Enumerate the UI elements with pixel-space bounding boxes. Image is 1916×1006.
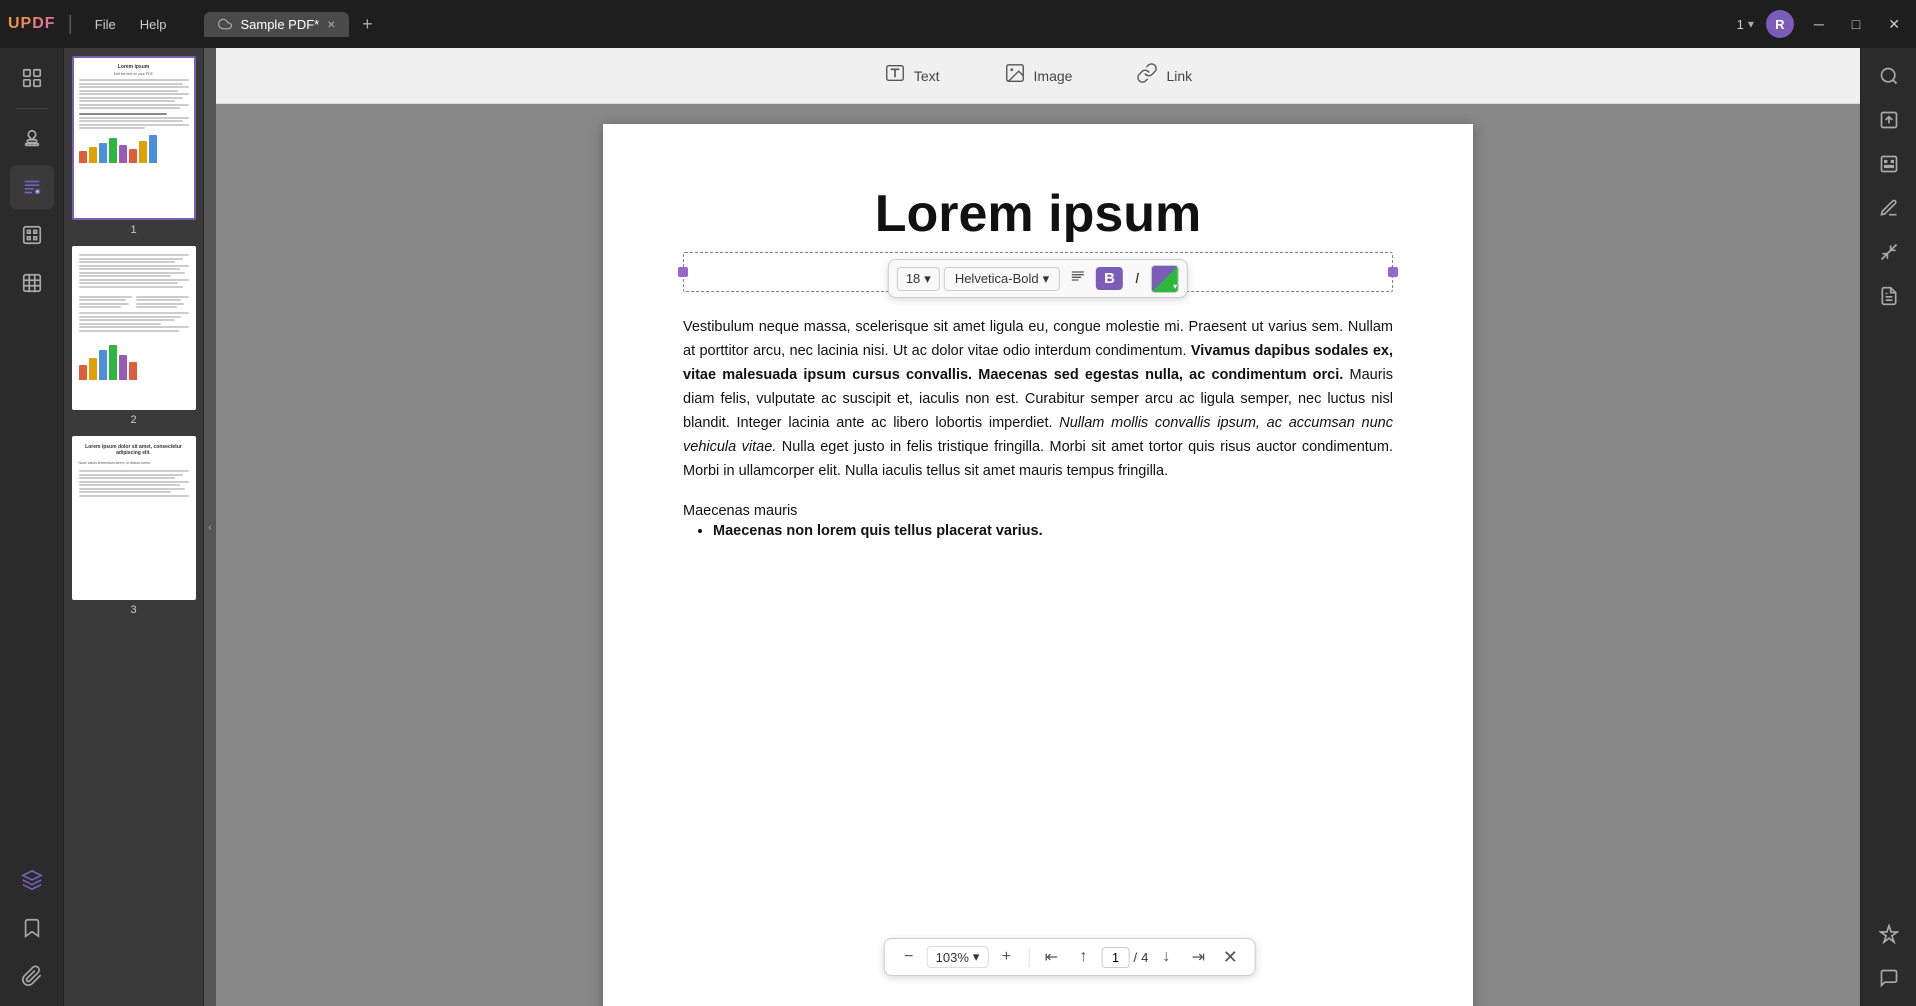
link-tool-btn[interactable]: Link [1120, 56, 1208, 95]
zoom-chevron: ▾ [973, 949, 980, 965]
color-picker-btn[interactable]: ▾ [1151, 265, 1179, 293]
right-chat-icon[interactable] [1869, 958, 1909, 998]
panel-collapse-btn[interactable]: ‹ [204, 48, 216, 1006]
font-family-value: Helvetica-Bold [955, 271, 1039, 286]
font-size-chevron: ▾ [924, 271, 931, 287]
tab-sample-pdf[interactable]: Sample PDF* × [204, 12, 349, 37]
menu-help[interactable]: Help [130, 13, 177, 36]
add-tab-btn[interactable]: + [353, 10, 381, 38]
text-align-btn[interactable] [1064, 264, 1092, 293]
sidebar-layers[interactable] [10, 858, 54, 902]
right-sparkle-icon[interactable] [1869, 914, 1909, 954]
italic-btn[interactable]: I [1127, 267, 1147, 290]
title-divider: | [68, 13, 73, 36]
page-next-btn[interactable]: ↓ [1152, 943, 1180, 971]
menu-file[interactable]: File [85, 13, 126, 36]
text-tool-icon [884, 62, 906, 89]
right-form-icon[interactable] [1869, 276, 1909, 316]
sidebar-text-edit[interactable] [10, 165, 54, 209]
maximize-btn[interactable]: □ [1844, 12, 1868, 36]
minimize-btn[interactable]: ─ [1806, 12, 1832, 36]
pdf-page: 18 ▾ Helvetica-Bold ▾ B I [603, 124, 1473, 1006]
pdf-bullet-list: Maecenas non lorem quis tellus placerat … [683, 519, 1393, 544]
page-nav[interactable]: 1 ▾ [1737, 17, 1754, 32]
pdf-title: Lorem ipsum [683, 184, 1393, 244]
link-tool-label: Link [1166, 68, 1192, 84]
thumbnail-panel: Lorem ipsum Edit the text on your PDF. [64, 48, 204, 1006]
thumbnail-page-1[interactable]: Lorem ipsum Edit the text on your PDF. [72, 56, 195, 236]
page-nav-display: / 4 [1101, 947, 1148, 968]
image-tool-icon [1004, 62, 1026, 89]
font-family-selector[interactable]: Helvetica-Bold ▾ [944, 267, 1060, 291]
title-bar: UPDF | File Help Sample PDF* × + 1 ▾ R ─… [0, 0, 1916, 48]
thumb-label-1: 1 [130, 224, 136, 236]
right-sidebar [1860, 48, 1916, 1006]
right-edit-icon[interactable] [1869, 188, 1909, 228]
image-tool-btn[interactable]: Image [988, 56, 1089, 95]
close-btn[interactable]: ✕ [1880, 12, 1908, 37]
page-nav-chevron[interactable]: ▾ [1748, 17, 1754, 31]
page-separator: / [1133, 950, 1137, 965]
page-last-btn[interactable]: ⇥ [1184, 943, 1212, 971]
text-tool-btn[interactable]: Text [868, 56, 956, 95]
thumb-img-1: Lorem ipsum Edit the text on your PDF. [72, 56, 196, 220]
zoom-bar-close-btn[interactable]: ✕ [1216, 943, 1244, 971]
zoom-out-btn[interactable]: − [895, 943, 923, 971]
image-tool-label: Image [1034, 68, 1073, 84]
zoom-divider1 [1028, 947, 1029, 967]
menu-bar: File Help [85, 13, 177, 36]
right-ocr-icon[interactable] [1869, 144, 1909, 184]
page-current: 1 [1737, 17, 1744, 32]
sidebar-table[interactable] [10, 261, 54, 305]
zoom-in-btn[interactable]: + [992, 943, 1020, 971]
content-area: Text Image [216, 48, 1860, 1006]
title-bar-right: 1 ▾ R ─ □ ✕ [1737, 10, 1908, 38]
zoom-bar: − 103% ▾ + ⇤ ↑ / 4 ↓ ⇥ ✕ [884, 938, 1256, 976]
pdf-canvas[interactable]: 18 ▾ Helvetica-Bold ▾ B I [216, 104, 1860, 1006]
thumbnail-page-3[interactable]: Lorem ipsum dolor sit amet, consectetur … [72, 436, 195, 616]
top-toolbar: Text Image [216, 48, 1860, 104]
font-size-selector[interactable]: 18 ▾ [897, 267, 940, 291]
sidebar-bookmark[interactable] [10, 906, 54, 950]
link-tool-icon [1136, 62, 1158, 89]
text-tool-label: Text [914, 68, 940, 84]
pdf-bullet-item-1: Maecenas non lorem quis tellus placerat … [713, 519, 1393, 544]
pdf-body-paragraph: Vestibulum neque massa, scelerisque sit … [683, 316, 1393, 483]
thumb-label-3: 3 [130, 604, 136, 616]
tab-label: Sample PDF* [240, 17, 319, 32]
color-chevron: ▾ [1173, 282, 1177, 291]
zoom-value: 103% [936, 950, 969, 965]
thumbnail-page-2[interactable]: 2 [72, 246, 195, 426]
page-number-input[interactable] [1101, 947, 1129, 968]
thumb-img-2 [72, 246, 196, 410]
cloud-icon [218, 17, 232, 31]
user-avatar[interactable]: R [1766, 10, 1794, 38]
sidebar-stamp[interactable] [10, 117, 54, 161]
left-sidebar [0, 48, 64, 1006]
bold-btn[interactable]: B [1096, 267, 1123, 290]
sidebar-thumbnails[interactable] [10, 56, 54, 100]
font-chevron: ▾ [1043, 271, 1050, 287]
right-compress-icon[interactable] [1869, 232, 1909, 272]
format-toolbar: 18 ▾ Helvetica-Bold ▾ B I [888, 259, 1188, 298]
tab-bar: Sample PDF* × + [204, 10, 381, 38]
sidebar-divider1 [16, 108, 48, 109]
pdf-heading2: Maecenas mauris [683, 503, 1393, 519]
thumb-img-3: Lorem ipsum dolor sit amet, consectetur … [72, 436, 196, 600]
zoom-level-selector[interactable]: 103% ▾ [927, 946, 989, 968]
right-export-icon[interactable] [1869, 100, 1909, 140]
thumb-label-2: 2 [130, 414, 136, 426]
page-total: 4 [1141, 950, 1148, 965]
tab-close-btn[interactable]: × [327, 17, 335, 31]
sidebar-attachment[interactable] [10, 954, 54, 998]
font-size-value: 18 [906, 271, 920, 286]
updf-logo: UPDF [8, 15, 56, 33]
right-search-icon[interactable] [1869, 56, 1909, 96]
sidebar-ocr[interactable] [10, 213, 54, 257]
main-area: Lorem ipsum Edit the text on your PDF. [0, 48, 1916, 1006]
page-first-btn[interactable]: ⇤ [1037, 943, 1065, 971]
page-prev-btn[interactable]: ↑ [1069, 943, 1097, 971]
